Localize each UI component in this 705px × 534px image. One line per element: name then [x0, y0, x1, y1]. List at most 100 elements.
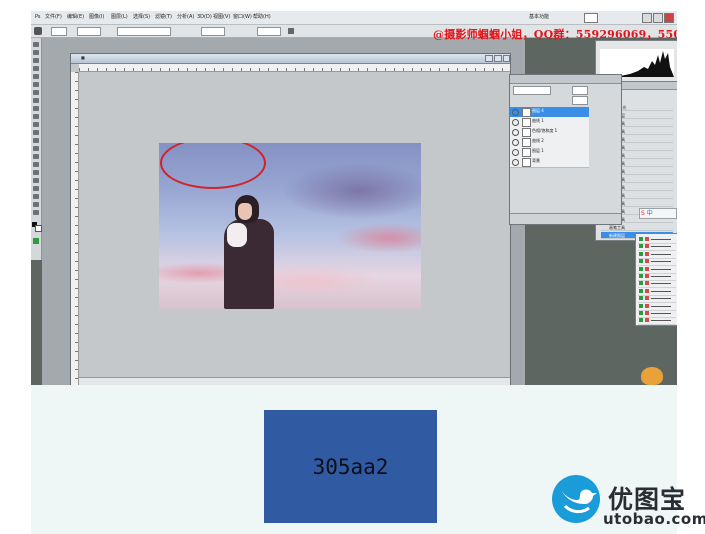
opacity-field[interactable]: [201, 27, 225, 36]
eye-icon[interactable]: [512, 149, 519, 156]
menu-edit[interactable]: 编辑(E): [67, 12, 84, 22]
lasso-tool-icon[interactable]: [33, 58, 39, 63]
action-dialog-icon[interactable]: [645, 274, 649, 278]
menu-view[interactable]: 视图(V): [213, 12, 230, 22]
action-dialog-icon[interactable]: [645, 296, 649, 301]
action-toggle-icon[interactable]: [639, 251, 643, 256]
layer-thumbnail: [522, 158, 531, 167]
action-toggle-icon[interactable]: [639, 296, 643, 301]
action-dialog-icon[interactable]: [645, 251, 649, 256]
healing-brush-icon[interactable]: [33, 90, 39, 95]
doc-restore-button[interactable]: [494, 55, 502, 62]
3d-rotate-icon[interactable]: [33, 186, 39, 191]
background-color-swatch[interactable]: [35, 225, 42, 232]
flow-field[interactable]: [257, 27, 281, 36]
menu-select[interactable]: 选择(S): [133, 12, 150, 22]
menu-3d[interactable]: 3D(D): [197, 12, 212, 22]
document-tab[interactable]: ■: [71, 54, 510, 64]
eye-icon[interactable]: [512, 119, 519, 126]
eye-icon[interactable]: [512, 109, 519, 116]
workspace-switch[interactable]: [584, 13, 598, 23]
airbrush-icon[interactable]: [288, 28, 294, 34]
doc-minimize-button[interactable]: [485, 55, 493, 62]
photoshop-screenshot: Ps 文件(F) 编辑(E) 图像(I) 图层(L) 选择(S) 滤镜(T) 分…: [31, 11, 677, 385]
blur-tool-icon[interactable]: [33, 138, 39, 143]
hand-tool-icon[interactable]: [33, 202, 39, 207]
document-window[interactable]: ■: [70, 53, 511, 385]
crop-tool-icon[interactable]: [33, 74, 39, 79]
action-dialog-icon[interactable]: [645, 237, 649, 241]
layers-footer-buttons[interactable]: [510, 213, 621, 224]
layers-tabs[interactable]: [510, 75, 621, 84]
eye-icon[interactable]: [512, 139, 519, 146]
action-dialog-icon[interactable]: [645, 281, 649, 286]
eyedropper-icon[interactable]: [33, 82, 39, 87]
move-tool-icon[interactable]: [33, 42, 39, 47]
vertical-ruler[interactable]: [71, 72, 79, 385]
menu-layer[interactable]: 图层(L): [111, 12, 128, 22]
gradient-tool-icon[interactable]: [33, 130, 39, 135]
layer-blend-select[interactable]: [513, 86, 551, 95]
brush-size-picker[interactable]: [51, 27, 67, 36]
menu-file[interactable]: 文件(F): [45, 12, 62, 22]
text-tool-icon[interactable]: [33, 162, 39, 167]
layer-opacity-field[interactable]: [572, 86, 588, 95]
action-dialog-icon[interactable]: [645, 311, 649, 315]
eye-icon[interactable]: [512, 159, 519, 166]
ime-toolbar[interactable]: S 中: [639, 208, 677, 219]
mode-select[interactable]: [77, 27, 101, 36]
action-dialog-icon[interactable]: [645, 303, 649, 308]
magic-wand-icon[interactable]: [33, 66, 39, 71]
blend-mode-select[interactable]: [117, 27, 171, 36]
eraser-icon[interactable]: [33, 122, 39, 127]
pen-tool-icon[interactable]: [33, 154, 39, 159]
action-toggle-icon[interactable]: [639, 311, 643, 315]
action-label-line: [651, 313, 671, 314]
action-toggle-icon[interactable]: [639, 274, 643, 278]
horizontal-scrollbar[interactable]: [79, 377, 510, 385]
path-select-icon[interactable]: [33, 170, 39, 175]
shape-tool-icon[interactable]: [33, 178, 39, 183]
action-toggle-icon[interactable]: [639, 303, 643, 308]
3d-camera-icon[interactable]: [33, 194, 39, 199]
menu-window[interactable]: 窗口(W): [233, 12, 252, 22]
marquee-tool-icon[interactable]: [33, 50, 39, 55]
action-toggle-icon[interactable]: [639, 259, 643, 264]
layer-fill-field[interactable]: [572, 96, 588, 105]
ime-lang-label[interactable]: 中: [647, 210, 653, 217]
minimize-button[interactable]: [642, 13, 652, 23]
horizontal-ruler[interactable]: [79, 64, 510, 72]
history-brush-icon[interactable]: [33, 114, 39, 119]
action-dialog-icon[interactable]: [645, 266, 649, 271]
action-dialog-icon[interactable]: [645, 259, 649, 264]
action-toggle-icon[interactable]: [639, 281, 643, 286]
layer-name: 背景: [532, 158, 540, 163]
brush-tool-icon[interactable]: [34, 27, 42, 35]
action-dialog-icon[interactable]: [645, 288, 649, 293]
eye-icon[interactable]: [512, 129, 519, 136]
action-toggle-icon[interactable]: [639, 288, 643, 293]
action-dialog-icon[interactable]: [645, 244, 649, 249]
history-step[interactable]: 画笔工具: [601, 224, 673, 231]
quick-mask-icon[interactable]: [33, 238, 39, 244]
dodge-tool-icon[interactable]: [33, 146, 39, 151]
stamp-tool-icon[interactable]: [33, 106, 39, 111]
action-toggle-icon[interactable]: [639, 237, 643, 241]
menu-analysis[interactable]: 分析(A): [177, 12, 194, 22]
menu-help[interactable]: 帮助(H): [253, 12, 271, 22]
action-toggle-icon[interactable]: [639, 318, 643, 323]
photo-canvas[interactable]: [159, 143, 421, 309]
doc-close-button[interactable]: [503, 55, 510, 62]
action-row[interactable]: [638, 317, 676, 326]
workspace-label[interactable]: 基本功能: [529, 12, 549, 22]
action-dialog-icon[interactable]: [645, 318, 649, 323]
action-toggle-icon[interactable]: [639, 244, 643, 249]
maximize-button[interactable]: [653, 13, 663, 23]
close-button[interactable]: [664, 13, 674, 23]
menu-filter[interactable]: 滤镜(T): [155, 12, 172, 22]
action-toggle-icon[interactable]: [639, 266, 643, 271]
layer-row[interactable]: 背景: [510, 157, 589, 168]
zoom-tool-icon[interactable]: [33, 210, 39, 215]
brush-icon[interactable]: [33, 98, 39, 103]
menu-image[interactable]: 图像(I): [89, 12, 104, 22]
